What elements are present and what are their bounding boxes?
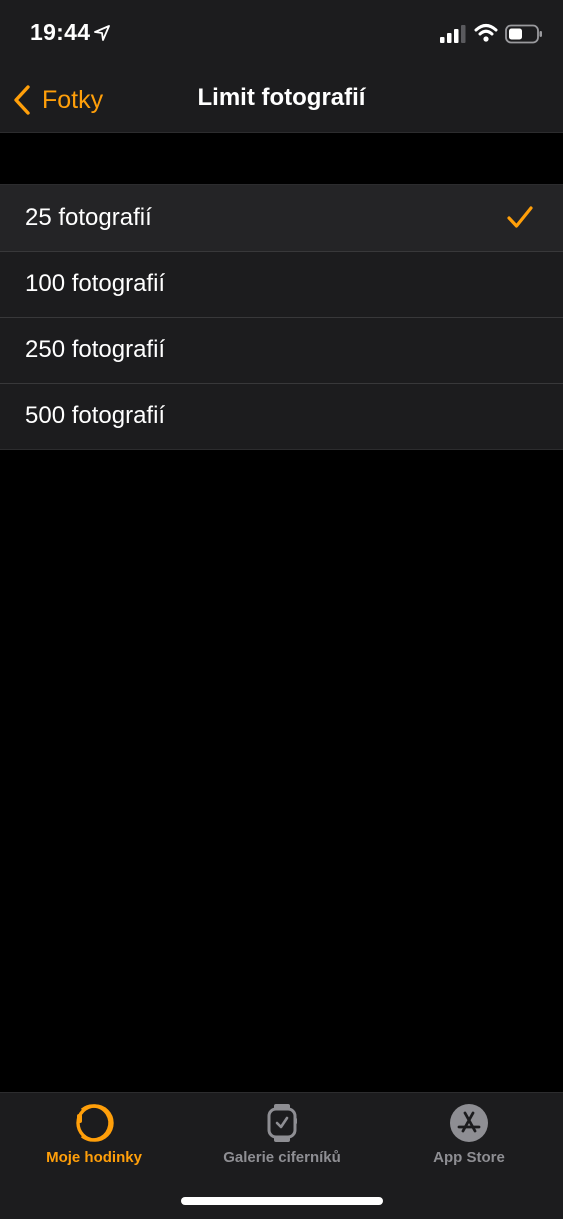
home-indicator[interactable] [181, 1197, 383, 1205]
status-bar: 19:44 [0, 0, 563, 68]
tab-label: Moje hodinky [46, 1149, 142, 1166]
option-label: 100 fotografií [25, 270, 166, 297]
option-25-photos[interactable]: 25 fotografií [0, 185, 563, 251]
tab-label: Galerie ciferníků [223, 1149, 341, 1166]
watch-face-icon [267, 1104, 297, 1142]
tab-label: App Store [433, 1149, 505, 1166]
cellular-signal-icon [440, 25, 466, 43]
location-arrow-icon [94, 25, 110, 41]
tab-my-watch[interactable]: Moje hodinky [0, 1093, 188, 1183]
status-time: 19:44 [30, 19, 91, 45]
watch-icon [76, 1104, 114, 1142]
checkmark-icon [507, 206, 533, 228]
wifi-icon [474, 24, 498, 42]
photo-limit-options-list: 25 fotografií 100 fotografií 250 fotogra… [0, 184, 563, 450]
battery-icon [505, 24, 542, 44]
app-store-icon [450, 1104, 488, 1142]
option-label: 25 fotografií [25, 204, 152, 231]
tab-app-store[interactable]: App Store [375, 1093, 563, 1183]
tab-face-gallery[interactable]: Galerie ciferníků [188, 1093, 376, 1183]
option-label: 500 fotografií [25, 402, 166, 429]
option-500-photos[interactable]: 500 fotografií [0, 383, 563, 449]
page-title: Limit fotografií [197, 84, 366, 111]
option-100-photos[interactable]: 100 fotografií [0, 251, 563, 317]
option-250-photos[interactable]: 250 fotografií [0, 317, 563, 383]
option-label: 250 fotografií [25, 336, 166, 363]
